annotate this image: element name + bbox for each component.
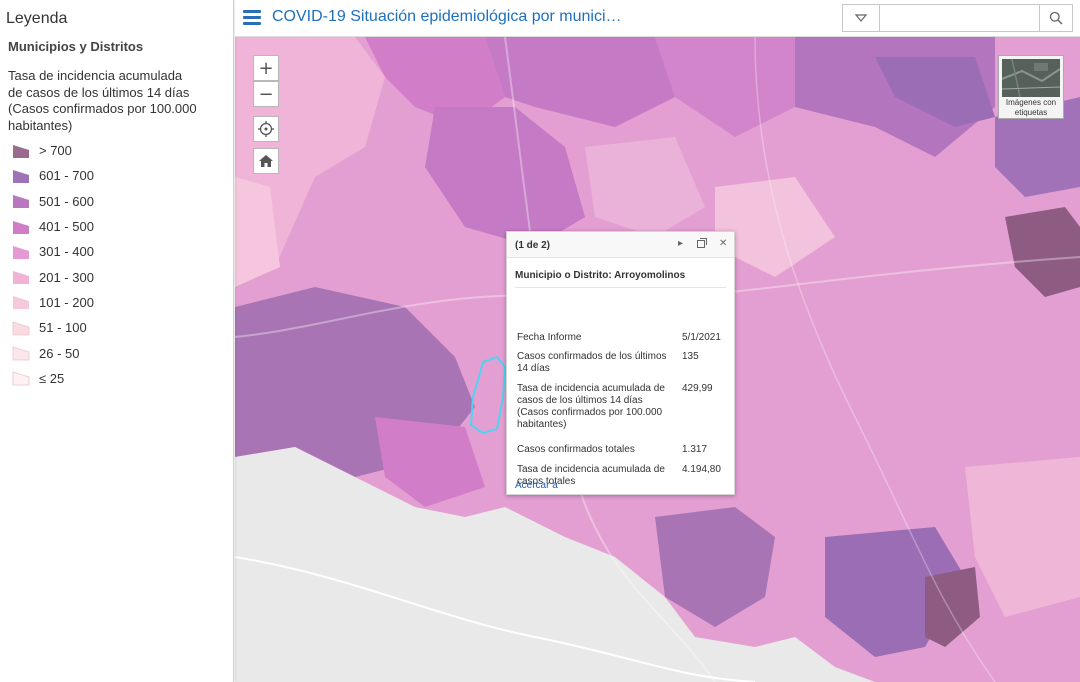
legend-label: 501 - 600: [39, 193, 94, 209]
search-source-dropdown[interactable]: [843, 5, 880, 31]
legend-label: 601 - 700: [39, 168, 94, 184]
legend-field-description: Tasa de incidencia acumulada de casos de…: [8, 68, 197, 133]
app-header: COVID-19 Situación epidemiológica por mu…: [235, 0, 1080, 37]
legend-label: 301 - 400: [39, 244, 94, 260]
zoom-out-button[interactable]: −: [253, 81, 279, 107]
basemap-toggle[interactable]: Imágenes con etiquetas: [998, 55, 1064, 119]
popup-field-value: 135: [682, 351, 699, 362]
legend-label: > 700: [39, 143, 72, 159]
legend-item: 101 - 200: [11, 290, 94, 315]
legend-item: 601 - 700: [11, 163, 94, 188]
legend-item: > 700: [11, 138, 94, 163]
popup-field-name: Casos confirmados totales: [517, 444, 635, 455]
popup-field-name: Fecha Informe: [517, 332, 582, 343]
basemap-label: Imágenes con etiquetas: [1005, 98, 1057, 117]
legend-swatch: [11, 320, 31, 336]
legend-layer-name: Municipios y Distritos: [8, 39, 144, 54]
popup-field-value: 429,99: [682, 383, 713, 394]
legend-item: ≤ 25: [11, 366, 94, 391]
popup-field-value: 5/1/2021: [682, 332, 721, 343]
popup-header: (1 de 2) ▸ ✕: [507, 232, 734, 258]
legend-title: Leyenda: [6, 10, 68, 27]
legend-swatch: [11, 294, 31, 310]
legend-item: 51 - 100: [11, 315, 94, 340]
feature-popup: (1 de 2) ▸ ✕ Municipio o Distrito: Arroy…: [506, 231, 735, 495]
legend-label: 51 - 100: [39, 320, 87, 336]
popup-divider: [515, 287, 726, 288]
popup-title: Municipio o Distrito: Arroyomolinos: [515, 270, 686, 281]
chevron-down-icon: [855, 14, 867, 22]
basemap-thumbnail: [1002, 59, 1060, 97]
search-box: [842, 4, 1073, 32]
legend-label: 201 - 300: [39, 269, 94, 285]
zoom-in-button[interactable]: +: [253, 55, 279, 81]
legend-swatch: [11, 269, 31, 285]
legend-item: 501 - 600: [11, 189, 94, 214]
legend-list: > 700 601 - 700 501 - 600 401 - 500 301 - 40…: [11, 138, 94, 391]
popup-field-value: 1.317: [682, 444, 708, 455]
locate-icon: [258, 121, 274, 137]
legend-panel: Leyenda Municipios y Distritos Tasa de i…: [0, 0, 234, 682]
home-icon: [259, 155, 273, 167]
legend-label: 26 - 50: [39, 345, 80, 361]
legend-swatch: [11, 345, 31, 361]
search-icon: [1049, 11, 1063, 25]
close-icon[interactable]: ✕: [719, 238, 727, 249]
legend-swatch: [11, 219, 31, 235]
search-button[interactable]: [1039, 5, 1072, 31]
popup-counter: (1 de 2): [515, 240, 551, 251]
legend-item: 301 - 400: [11, 239, 94, 264]
legend-label: ≤ 25: [39, 370, 65, 386]
legend-item: 26 - 50: [11, 340, 94, 365]
locate-button[interactable]: [253, 116, 279, 142]
popup-field-name: Tasa de incidencia acumulada de casos de…: [517, 383, 665, 430]
popup-field-value: 4.194,80: [682, 464, 721, 475]
legend-item: 201 - 300: [11, 264, 94, 289]
next-feature-icon[interactable]: ▸: [678, 238, 683, 249]
app-title: COVID-19 Situación epidemiológica por mu…: [272, 8, 622, 25]
legend-item: 401 - 500: [11, 214, 94, 239]
legend-swatch: [11, 143, 31, 159]
search-input[interactable]: [881, 5, 1039, 31]
legend-swatch: [11, 193, 31, 209]
legend-swatch: [11, 244, 31, 260]
legend-swatch: [11, 370, 31, 386]
zoom-to-link[interactable]: Acercar a: [515, 480, 558, 491]
legend-swatch: [11, 168, 31, 184]
legend-label: 401 - 500: [39, 219, 94, 235]
map-view[interactable]: + − Imágenes con etiquetas (1 de 2) ▸ ✕ …: [235, 37, 1080, 682]
menu-icon[interactable]: [243, 10, 261, 26]
maximize-icon[interactable]: [697, 238, 707, 251]
popup-field-name: Casos confirmados de los últimos 14 días: [517, 351, 667, 374]
home-button[interactable]: [253, 148, 279, 174]
legend-label: 101 - 200: [39, 294, 94, 310]
